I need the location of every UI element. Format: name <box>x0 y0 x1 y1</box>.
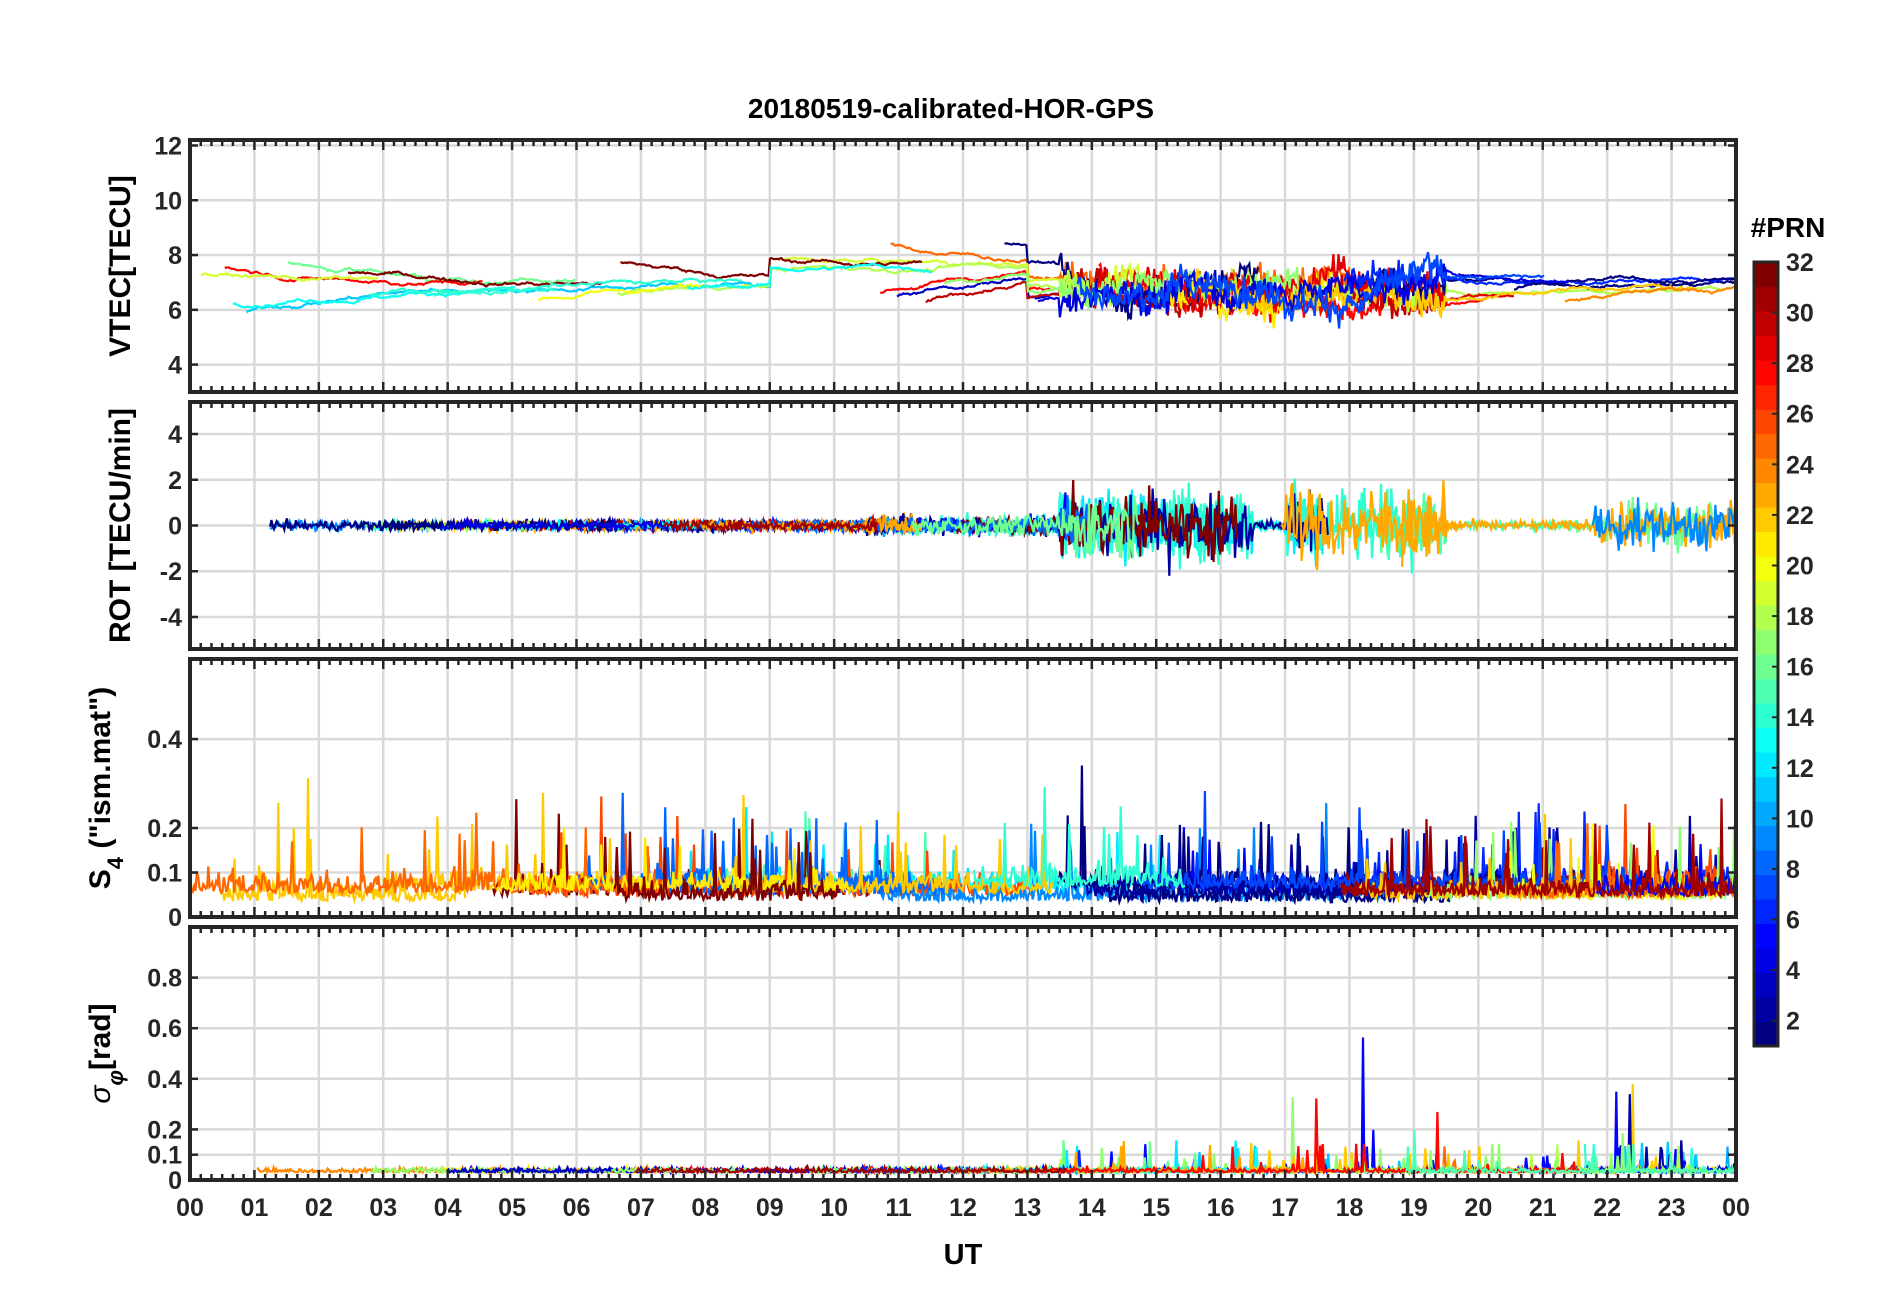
y-tick-label: 0 <box>168 513 182 541</box>
y-tick-label: 0 <box>168 1167 182 1195</box>
colorbar-band <box>1754 727 1778 753</box>
colorbar-band <box>1754 972 1778 998</box>
colorbar-tick-label: 8 <box>1786 856 1800 884</box>
y-tick-label: 4 <box>168 352 182 380</box>
y-tick-label: 0.1 <box>147 1142 182 1170</box>
panel-vtec: 12 10 8 6 4 VTEC[TECU] <box>104 132 1738 394</box>
colorbar-band <box>1754 556 1778 582</box>
x-tick-label: 07 <box>627 1194 655 1222</box>
plot-panels: 12 10 8 6 4 VTEC[TECU] 4 2 0 -2 -4 ROT [TECU/min] 0.… <box>84 132 1738 1195</box>
colorbar-band <box>1754 433 1778 459</box>
x-tick-label: 10 <box>820 1194 848 1222</box>
colorbar-tick-label: 18 <box>1786 603 1814 631</box>
y-tick-label: -2 <box>160 558 182 586</box>
colorbar-band <box>1754 776 1778 802</box>
colorbar-band <box>1754 262 1778 288</box>
colorbar-tick-label: 10 <box>1786 805 1814 833</box>
y-tick-label: 8 <box>168 242 182 270</box>
colorbar-band <box>1754 1021 1778 1047</box>
colorbar-band <box>1754 850 1778 876</box>
colorbar-tick-label: 6 <box>1786 907 1800 935</box>
x-tick-label: 11 <box>885 1194 912 1222</box>
chart-title: 20180519-calibrated-HOR-GPS <box>748 93 1154 124</box>
colorbar-band <box>1754 482 1778 508</box>
colorbar-tick-label: 28 <box>1786 350 1814 378</box>
x-tick-label: 08 <box>691 1194 719 1222</box>
x-tick-label: 00 <box>176 1194 204 1222</box>
x-tick-label: 15 <box>1142 1194 1170 1222</box>
y-tick-label: 12 <box>154 132 182 160</box>
x-tick-label: 02 <box>305 1194 333 1222</box>
y-tick-label: 0.4 <box>147 1066 182 1094</box>
colorbar-tick-label: 14 <box>1786 704 1814 732</box>
colorbar-band <box>1754 311 1778 337</box>
x-tick-label: 01 <box>241 1194 269 1222</box>
colorbar-tick-label: 32 <box>1786 249 1814 277</box>
x-tick-label: 17 <box>1271 1194 1299 1222</box>
colorbar-tick-label: 4 <box>1786 957 1800 985</box>
colorbar-band <box>1754 825 1778 851</box>
y-axis-label-rot: ROT [TECU/min] <box>104 408 137 643</box>
x-tick-label: 13 <box>1014 1194 1042 1222</box>
y-tick-label: 0.1 <box>147 860 182 888</box>
y-tick-label: 0.2 <box>147 815 182 843</box>
x-tick-label: 22 <box>1593 1194 1621 1222</box>
x-tick-label: 09 <box>756 1194 784 1222</box>
colorbar-tick-label: 12 <box>1786 755 1814 783</box>
y-tick-label: 0.4 <box>147 726 182 754</box>
colorbar-tick-label: 30 <box>1786 300 1814 328</box>
y-tick-label: 6 <box>168 297 182 325</box>
x-tick-label: 05 <box>498 1194 526 1222</box>
colorbar-tick-label: 2 <box>1786 1008 1800 1036</box>
colorbar-band <box>1754 997 1778 1023</box>
y-tick-label: 0 <box>168 904 182 932</box>
y-tick-label: 0.6 <box>147 1015 182 1043</box>
colorbar-band <box>1754 507 1778 533</box>
x-tick-label: 19 <box>1400 1194 1428 1222</box>
x-axis-label: UT <box>944 1239 983 1271</box>
colorbar-tick-label: 16 <box>1786 654 1814 682</box>
colorbar-band <box>1754 874 1778 900</box>
colorbar-band <box>1754 801 1778 827</box>
colorbar-tick-label: 24 <box>1786 451 1814 479</box>
panel-s4: 0.40.20.10S4 ("ism.mat") <box>84 657 1738 932</box>
x-tick-label: 16 <box>1207 1194 1235 1222</box>
x-tick-label: 04 <box>434 1194 462 1222</box>
colorbar-band <box>1754 384 1778 410</box>
x-tick-label: 21 <box>1529 1194 1557 1222</box>
y-tick-label: 0.8 <box>147 965 182 993</box>
colorbar-band <box>1754 580 1778 606</box>
figure: 20180519-calibrated-HOR-GPS 12 10 8 6 4 VTEC[… <box>0 0 1902 1292</box>
panel-sigma: 0.80.60.40.20.10σφ[rad] <box>84 925 1738 1195</box>
colorbar-tick-label: 22 <box>1786 502 1814 530</box>
y-axis-label-vtec: VTEC[TECU] <box>104 175 137 357</box>
x-tick-label: 23 <box>1658 1194 1686 1222</box>
colorbar-band <box>1754 923 1778 949</box>
x-tick-label: 18 <box>1336 1194 1364 1222</box>
colorbar-band <box>1754 335 1778 361</box>
x-tick-label: 06 <box>563 1194 591 1222</box>
x-tick-label: 20 <box>1464 1194 1492 1222</box>
colorbar-label: #PRN <box>1751 212 1826 243</box>
colorbar-band <box>1754 629 1778 655</box>
y-tick-label: 0.2 <box>147 1116 182 1144</box>
panel-rot: 4 2 0 -2 -4 ROT [TECU/min] <box>104 400 1738 651</box>
colorbar-tick-label: 26 <box>1786 401 1814 429</box>
y-tick-label: 4 <box>168 421 182 449</box>
colorbar-band <box>1754 703 1778 729</box>
colorbar-band <box>1754 678 1778 704</box>
colorbar-band <box>1754 458 1778 484</box>
x-tick-label: 00 <box>1722 1194 1750 1222</box>
x-tick-label: 14 <box>1078 1194 1106 1222</box>
colorbar-tick-label: 20 <box>1786 552 1814 580</box>
y-tick-label: 2 <box>168 467 182 495</box>
y-tick-label: 10 <box>154 187 182 215</box>
colorbar-band <box>1754 752 1778 778</box>
colorbar-band <box>1754 531 1778 557</box>
x-tick-label: 03 <box>369 1194 397 1222</box>
colorbar-band <box>1754 605 1778 631</box>
y-tick-label: -4 <box>160 604 182 632</box>
x-tick-label: 12 <box>949 1194 977 1222</box>
colorbar-band <box>1754 286 1778 312</box>
